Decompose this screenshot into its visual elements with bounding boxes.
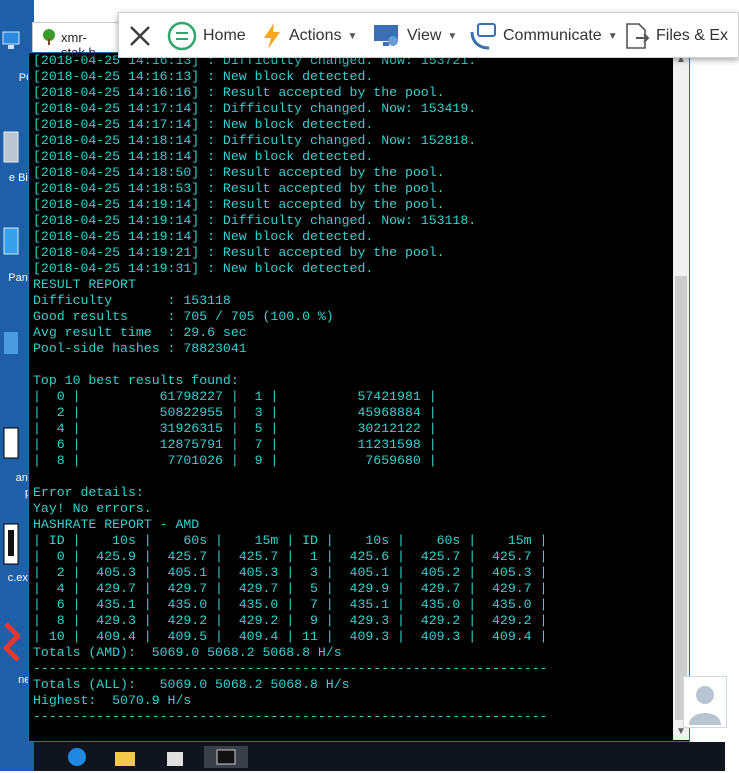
console-line: | 10 | 409.4 | 409.5 | 409.4 | 11 | 409.… <box>33 629 548 644</box>
console-line: Error details: <box>33 485 144 500</box>
console-line: ----------------------------------------… <box>33 661 548 676</box>
close-icon <box>130 26 150 46</box>
taskbar <box>34 742 725 771</box>
executable-icon[interactable] <box>2 522 20 571</box>
this-pc-icon[interactable] <box>2 30 20 57</box>
console-line: [2018-04-25 14:18:53] : Result accepted … <box>33 181 445 196</box>
chat-phone-icon <box>470 23 496 50</box>
console-line: | 4 | 31926315 | 5 | 30212122 | <box>33 421 437 436</box>
lightning-icon <box>264 23 280 49</box>
console-line: [2018-04-25 14:17:14] : New block detect… <box>33 117 374 132</box>
console-taskbar-button[interactable] <box>204 746 248 768</box>
console-line: | 6 | 435.1 | 435.0 | 435.0 | 7 | 435.1 … <box>33 597 548 612</box>
console-line: Difficulty : 153118 <box>33 293 231 308</box>
chevron-down-icon: ▼ <box>447 30 458 42</box>
browser-tab[interactable]: xmr-stak.b <box>32 22 122 60</box>
document-icon[interactable] <box>2 426 20 465</box>
console-line: Avg result time : 29.6 sec <box>33 325 247 340</box>
console-scrollbar[interactable]: ▲ ▼ <box>673 52 689 740</box>
files-button[interactable]: Files & Ex <box>624 21 728 51</box>
browser-taskbar-icon[interactable] <box>66 746 88 768</box>
console-line: Yay! No errors. <box>33 501 152 516</box>
file-transfer-icon <box>626 23 650 49</box>
console-line: Top 10 best results found: <box>33 373 239 388</box>
console-line: [2018-04-25 14:19:14] : Result accepted … <box>33 197 445 212</box>
control-panel-icon[interactable] <box>2 226 20 261</box>
console-line: ----------------------------------------… <box>33 709 548 724</box>
remote-toolbar: Home Actions ▼ View ▼ Communicate ▼ File… <box>118 12 739 58</box>
console-line: Totals (ALL): 5069.0 5068.2 5068.8 H/s <box>33 677 350 692</box>
console-line: [2018-04-25 14:18:14] : Difficulty chang… <box>33 133 477 148</box>
console-line: Highest: 5070.9 H/s <box>33 693 192 708</box>
console-line: | 4 | 429.7 | 429.7 | 429.7 | 5 | 429.9 … <box>33 581 548 596</box>
console-line: [2018-04-25 14:19:14] : New block detect… <box>33 229 374 244</box>
console-line: [2018-04-25 14:19:31] : New block detect… <box>33 261 374 276</box>
console-line: | 0 | 425.9 | 425.7 | 425.7 | 1 | 425.6 … <box>33 549 548 564</box>
console-line: [2018-04-25 14:17:14] : Difficulty chang… <box>33 101 477 116</box>
right-desktop-edge <box>725 0 739 771</box>
person-icon <box>689 686 721 725</box>
avatar[interactable] <box>683 676 727 728</box>
home-label: Home <box>203 27 246 44</box>
console-line: [2018-04-25 14:18:50] : Result accepted … <box>33 165 445 180</box>
console-line: Pool-side hashes : 78823041 <box>33 341 247 356</box>
console-line: [2018-04-25 14:16:16] : Result accepted … <box>33 85 445 100</box>
store-taskbar-icon[interactable] <box>164 746 186 768</box>
console-line: | ID | 10s | 60s | 15m | ID | 10s | 60s … <box>33 533 548 548</box>
console-line: | 2 | 50822955 | 3 | 45968884 | <box>33 405 437 420</box>
console-line: | 8 | 429.3 | 429.2 | 429.2 | 9 | 429.3 … <box>33 613 548 628</box>
console-line: [2018-04-25 14:18:14] : New block detect… <box>33 149 374 164</box>
view-label: View <box>407 27 442 44</box>
recycle-bin-icon[interactable] <box>2 128 20 169</box>
files-label: Files & Ex <box>656 27 729 44</box>
console-line: Good results : 705 / 705 (100.0 %) <box>33 309 334 324</box>
view-button[interactable]: View ▼ <box>373 21 457 51</box>
console-line: | 6 | 12875791 | 7 | 11231598 | <box>33 437 437 452</box>
console-line: Totals (AMD): 5069.0 5068.2 5068.8 H/s <box>33 645 342 660</box>
console-line: [2018-04-25 14:19:21] : Result accepted … <box>33 245 445 260</box>
console-output: [2018-04-25 14:16:13] : Difficulty chang… <box>33 53 673 743</box>
console-line: | 0 | 61798227 | 1 | 57421981 | <box>33 389 437 404</box>
chevron-down-icon: ▼ <box>347 30 358 42</box>
home-icon <box>167 21 197 51</box>
actions-label: Actions <box>289 27 342 44</box>
console-line: HASHRATE REPORT - AMD <box>33 517 200 532</box>
console-line: | 8 | 7701026 | 9 | 7659680 | <box>33 453 437 468</box>
tree-icon <box>40 28 58 51</box>
app-red-icon[interactable] <box>2 620 22 671</box>
communicate-button[interactable]: Communicate ▼ <box>469 21 618 51</box>
scrollbar-thumb[interactable] <box>675 276 687 720</box>
communicate-label: Communicate <box>503 27 602 44</box>
console-line: | 2 | 405.3 | 405.1 | 405.3 | 3 | 405.1 … <box>33 565 548 580</box>
console-line: RESULT REPORT <box>33 277 136 292</box>
actions-button[interactable]: Actions ▼ <box>261 21 357 51</box>
shortcut-icon[interactable] <box>2 330 20 361</box>
monitor-icon <box>374 25 398 46</box>
close-button[interactable] <box>127 21 159 51</box>
chevron-down-icon: ▼ <box>607 30 618 42</box>
tab-title: xmr-stak.b <box>61 30 96 60</box>
console-line: [2018-04-25 14:19:14] : Difficulty chang… <box>33 213 477 228</box>
console-line: [2018-04-25 14:16:13] : New block detect… <box>33 69 374 84</box>
folder-taskbar-icon[interactable] <box>114 746 136 768</box>
home-button[interactable]: Home <box>167 21 246 51</box>
console-window[interactable]: [2018-04-25 14:16:13] : Difficulty chang… <box>28 52 690 742</box>
